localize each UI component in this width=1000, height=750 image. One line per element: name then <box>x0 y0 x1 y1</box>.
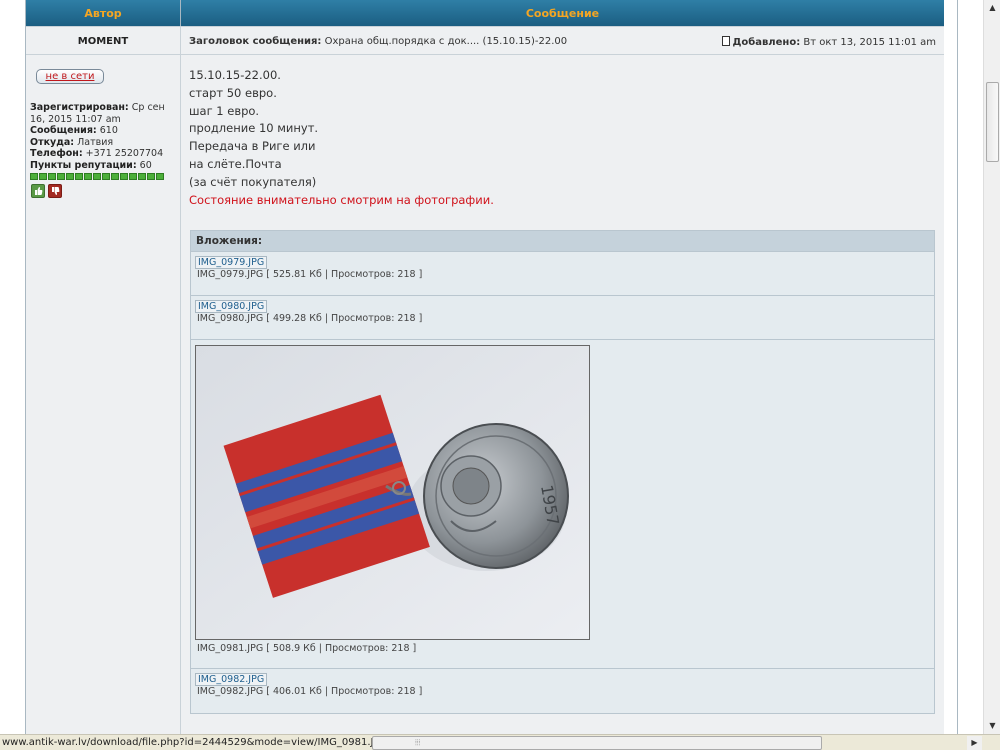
thumbs-down-icon[interactable] <box>48 184 62 198</box>
reputation-point <box>30 173 38 180</box>
vertical-scrollbar[interactable]: ▲ ▼ <box>983 0 1000 734</box>
reputation-point <box>129 173 137 180</box>
forum-post-table: Автор Сообщение MOMENT Заголовок сообщен… <box>25 0 958 734</box>
post-body: 15.10.15-22.00. старт 50 евро. шаг 1 евр… <box>189 67 494 209</box>
reputation-point <box>138 173 146 180</box>
reputation-point <box>111 173 119 180</box>
subject-text: Охрана общ.порядка с док.... (15.10.15)-… <box>324 36 568 47</box>
reputation-point <box>93 173 101 180</box>
post-header-row: MOMENT Заголовок сообщения: Охрана общ.п… <box>26 26 944 56</box>
reputation-point <box>120 173 128 180</box>
posts-label: Сообщения: <box>30 125 97 136</box>
body-line: (за счёт покупателя) <box>189 174 317 189</box>
reputation-point <box>57 173 65 180</box>
attachment-meta: IMG_0980.JPG [ 499.28 Кб | Просмотров: 2… <box>197 313 423 324</box>
scroll-up-icon[interactable]: ▲ <box>985 0 1000 16</box>
attachment-item: IMG_0982.JPG IMG_0982.JPG [ 406.01 Кб | … <box>191 669 934 713</box>
profile-info: Зарегистрирован: Ср сен 16, 2015 11:07 a… <box>30 102 180 171</box>
scroll-down-icon[interactable]: ▼ <box>985 718 1000 734</box>
post-author-name[interactable]: MOMENT <box>26 27 181 56</box>
attachment-link[interactable]: IMG_0979.JPG <box>195 256 268 269</box>
grip-icon: ⦙⦙⦙ <box>415 738 421 747</box>
reputation-point <box>147 173 155 180</box>
reputation-point <box>39 173 47 180</box>
reputation-point <box>102 173 110 180</box>
phone-value: +371 25207704 <box>85 148 164 159</box>
body-line: старт 50 евро. <box>189 85 277 100</box>
reputation-point <box>156 173 164 180</box>
attachment-link[interactable]: IMG_0980.JPG <box>195 300 268 313</box>
attachments-title: Вложения: <box>191 231 934 252</box>
attachment-meta: IMG_0979.JPG [ 525.81 Кб | Просмотров: 2… <box>197 269 423 280</box>
online-status-button[interactable]: не в сети <box>36 69 104 84</box>
browser-page: Автор Сообщение MOMENT Заголовок сообщен… <box>0 0 1000 750</box>
body-line: Передача в Риге или <box>189 139 316 154</box>
reputation-buttons <box>31 184 62 198</box>
author-column-header: Автор <box>26 0 181 26</box>
body-line: шаг 1 евро. <box>189 103 260 118</box>
posted-date-text: Вт окт 13, 2015 11:01 am <box>803 37 936 48</box>
reputation-point <box>75 173 83 180</box>
attachment-link[interactable]: IMG_0982.JPG <box>195 673 268 686</box>
reputation-label: Пункты репутации: <box>30 159 137 171</box>
reputation-point <box>48 173 56 180</box>
posts-value: 610 <box>99 125 118 136</box>
phone-label: Телефон: <box>30 148 83 159</box>
from-label: Откуда: <box>30 136 75 148</box>
attachment-item: IMG_0979.JPG IMG_0979.JPG [ 525.81 Кб | … <box>191 252 934 296</box>
from-value: Латвия <box>77 136 114 148</box>
thumbs-up-icon[interactable] <box>31 184 45 198</box>
posted-label: Добавлено: <box>732 37 801 48</box>
message-column-header: Сообщение <box>181 0 944 26</box>
attachment-meta: IMG_0981.JPG [ 508.9 Кб | Просмотров: 21… <box>197 643 417 654</box>
reputation-bar <box>30 173 164 180</box>
post-link-icon[interactable] <box>722 36 731 46</box>
body-line: продление 10 минут. <box>189 121 319 136</box>
subject-label: Заголовок сообщения: <box>189 36 322 47</box>
attachment-photo-medal[interactable]: 1957 <box>195 345 590 640</box>
reputation-value: 60 <box>139 159 152 171</box>
body-condition-note: Состояние внимательно смотрим на фотогра… <box>189 192 494 207</box>
body-line: 15.10.15-22.00. <box>189 68 281 82</box>
post-subject: Заголовок сообщения: Охрана общ.порядка … <box>189 36 567 47</box>
author-profile: не в сети Зарегистрирован: Ср сен 16, 20… <box>26 55 181 734</box>
attachment-meta: IMG_0982.JPG [ 406.01 Кб | Просмотров: 2… <box>197 686 423 697</box>
status-bar: www.antik-war.lv/download/file.php?id=24… <box>0 734 1000 750</box>
scroll-right-icon[interactable]: ▶ <box>967 736 982 750</box>
registered-label: Зарегистрирован: <box>30 102 129 113</box>
message-cell: 15.10.15-22.00. старт 50 евро. шаг 1 евр… <box>181 55 944 734</box>
post-date: Добавлено: Вт окт 13, 2015 11:01 am <box>722 36 936 48</box>
attachment-item: IMG_0980.JPG IMG_0980.JPG [ 499.28 Кб | … <box>191 296 934 340</box>
horizontal-scrollbar[interactable]: ⦙⦙⦙ <box>372 736 822 750</box>
reputation-point <box>66 173 74 180</box>
scroll-thumb[interactable] <box>986 82 999 162</box>
status-url: www.antik-war.lv/download/file.php?id=24… <box>2 737 388 748</box>
attachments-box: Вложения: IMG_0979.JPG IMG_0979.JPG [ 52… <box>190 230 935 714</box>
body-line: на слёте.Почта <box>189 156 282 171</box>
attachment-item: 1957 IMG_0981.JPG [ 508.9 Кб | Просмотро… <box>191 340 934 669</box>
reputation-point <box>84 173 92 180</box>
